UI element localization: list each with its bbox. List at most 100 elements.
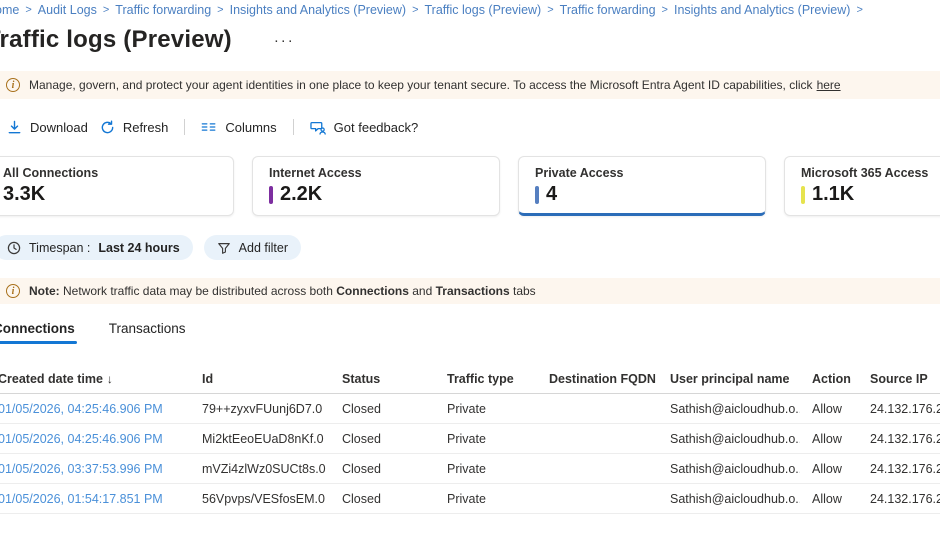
table-row: 01/05/2026, 03:37:53.996 PM mVZi4zlWz0SU… xyxy=(0,454,940,484)
toolbar: Download Refresh Columns Got feedback? xyxy=(0,112,940,142)
created-date-link[interactable]: 01/05/2026, 01:54:17.851 PM xyxy=(0,484,190,514)
column-header-user-principal-name[interactable]: User principal name xyxy=(658,367,800,394)
info-banner: i Manage, govern, and protect your agent… xyxy=(0,71,940,99)
toolbar-divider xyxy=(293,119,294,135)
card-value-text: 2.2K xyxy=(280,183,322,206)
table-header-row: Created date time↓ Id Status Traffic typ… xyxy=(0,367,940,394)
breadcrumb-separator: > xyxy=(662,4,668,16)
feedback-icon xyxy=(310,120,326,135)
id-cell: 56Vpvps/VESfosEM.0 xyxy=(190,484,330,514)
info-icon: i xyxy=(6,284,20,298)
status-cell: Closed xyxy=(330,394,435,424)
breadcrumb-item-traffic-forwarding[interactable]: Traffic forwarding xyxy=(115,3,211,17)
column-header-status[interactable]: Status xyxy=(330,367,435,394)
breadcrumb-item-insights-analytics[interactable]: Insights and Analytics (Preview) xyxy=(230,3,406,17)
card-value-text: 3.3K xyxy=(3,183,45,206)
breadcrumb-separator: > xyxy=(25,4,31,16)
traffic-type-cell: Private xyxy=(435,394,537,424)
column-header-action[interactable]: Action xyxy=(800,367,858,394)
card-label: Private Access xyxy=(535,166,749,180)
timespan-value: Last 24 hours xyxy=(98,241,179,255)
status-cell: Closed xyxy=(330,484,435,514)
destination-fqdn-cell xyxy=(537,424,658,454)
refresh-button[interactable]: Refresh xyxy=(94,116,175,139)
card-value: 2.2K xyxy=(269,183,483,206)
info-banner-link[interactable]: here xyxy=(817,78,841,92)
source-ip-cell: 24.132.176.209 xyxy=(858,454,940,484)
breadcrumb: Home > Audit Logs > Traffic forwarding >… xyxy=(0,0,940,17)
source-ip-cell: 24.132.176.209 xyxy=(858,394,940,424)
tab-connections[interactable]: Connections xyxy=(0,315,77,344)
feedback-button[interactable]: Got feedback? xyxy=(304,116,425,139)
status-cell: Closed xyxy=(330,424,435,454)
user-principal-name-cell: Sathish@aicloudhub.o... xyxy=(658,424,800,454)
card-value: 4 xyxy=(535,183,749,206)
sort-descending-icon: ↓ xyxy=(107,372,113,386)
info-banner-text: Manage, govern, and protect your agent i… xyxy=(29,78,813,92)
column-header-traffic-type[interactable]: Traffic type xyxy=(435,367,537,394)
add-filter-pill[interactable]: Add filter xyxy=(204,235,301,260)
created-date-link[interactable]: 01/05/2026, 04:25:46.906 PM xyxy=(0,424,190,454)
breadcrumb-item-insights-analytics-2[interactable]: Insights and Analytics (Preview) xyxy=(674,3,850,17)
title-row: Traffic logs (Preview) ··· xyxy=(0,26,940,54)
filter-icon xyxy=(217,241,231,255)
card-all-connections[interactable]: All Connections 3.3K xyxy=(0,156,234,216)
timespan-filter-pill[interactable]: Timespan : Last 24 hours xyxy=(0,235,193,260)
feedback-label: Got feedback? xyxy=(334,120,419,135)
card-label: Internet Access xyxy=(269,166,483,180)
table-row: 01/05/2026, 04:25:46.906 PM 79++zyxvFUun… xyxy=(0,394,940,424)
tab-transactions[interactable]: Transactions xyxy=(107,315,188,344)
breadcrumb-separator: > xyxy=(103,4,109,16)
breadcrumb-item-traffic-logs[interactable]: Traffic logs (Preview) xyxy=(425,3,542,17)
destination-fqdn-cell xyxy=(537,484,658,514)
download-button[interactable]: Download xyxy=(1,116,94,139)
card-value-bar xyxy=(535,186,539,204)
download-label: Download xyxy=(30,120,88,135)
card-label: Microsoft 365 Access xyxy=(801,166,940,180)
id-cell: mVZi4zlWz0SUCt8s.0 xyxy=(190,454,330,484)
columns-label: Columns xyxy=(225,120,276,135)
created-date-link[interactable]: 01/05/2026, 03:37:53.996 PM xyxy=(0,454,190,484)
card-microsoft-365-access[interactable]: Microsoft 365 Access 1.1K xyxy=(784,156,940,216)
breadcrumb-item-audit-logs[interactable]: Audit Logs xyxy=(38,3,97,17)
more-options-icon[interactable]: ··· xyxy=(274,32,295,49)
info-icon: i xyxy=(6,78,20,92)
clock-icon xyxy=(7,241,21,255)
column-header-source-ip[interactable]: Source IP xyxy=(858,367,940,394)
connections-table: Created date time↓ Id Status Traffic typ… xyxy=(0,367,940,514)
source-ip-cell: 24.132.176.209 xyxy=(858,484,940,514)
column-header-created-date-time[interactable]: Created date time↓ xyxy=(0,367,190,394)
table-row: 01/05/2026, 01:54:17.851 PM 56Vpvps/VESf… xyxy=(0,484,940,514)
note-banner-text: Note: Network traffic data may be distri… xyxy=(29,284,536,298)
action-cell: Allow xyxy=(800,484,858,514)
destination-fqdn-cell xyxy=(537,394,658,424)
breadcrumb-item-traffic-forwarding-2[interactable]: Traffic forwarding xyxy=(560,3,656,17)
user-principal-name-cell: Sathish@aicloudhub.o... xyxy=(658,454,800,484)
column-header-destination-fqdn[interactable]: Destination FQDN xyxy=(537,367,658,394)
toolbar-divider xyxy=(184,119,185,135)
card-value-bar xyxy=(801,186,805,204)
filter-bar: Timespan : Last 24 hours Add filter xyxy=(0,235,940,260)
columns-button[interactable]: Columns xyxy=(195,116,282,139)
refresh-icon xyxy=(100,120,115,135)
card-private-access[interactable]: Private Access 4 xyxy=(518,156,766,216)
card-internet-access[interactable]: Internet Access 2.2K xyxy=(252,156,500,216)
add-filter-label: Add filter xyxy=(239,241,288,255)
breadcrumb-separator: > xyxy=(856,4,862,16)
breadcrumb-separator: > xyxy=(217,4,223,16)
user-principal-name-cell: Sathish@aicloudhub.o... xyxy=(658,484,800,514)
column-header-id[interactable]: Id xyxy=(190,367,330,394)
user-principal-name-cell: Sathish@aicloudhub.o... xyxy=(658,394,800,424)
traffic-type-cell: Private xyxy=(435,454,537,484)
card-value-text: 4 xyxy=(546,183,557,206)
created-date-link[interactable]: 01/05/2026, 04:25:46.906 PM xyxy=(0,394,190,424)
summary-cards: All Connections 3.3K Internet Access 2.2… xyxy=(0,156,940,216)
tab-bar: Connections Transactions xyxy=(0,315,940,344)
status-cell: Closed xyxy=(330,454,435,484)
action-cell: Allow xyxy=(800,394,858,424)
traffic-type-cell: Private xyxy=(435,424,537,454)
breadcrumb-item-home[interactable]: Home xyxy=(0,3,19,17)
action-cell: Allow xyxy=(800,424,858,454)
download-icon xyxy=(7,120,22,135)
source-ip-cell: 24.132.176.209 xyxy=(858,424,940,454)
